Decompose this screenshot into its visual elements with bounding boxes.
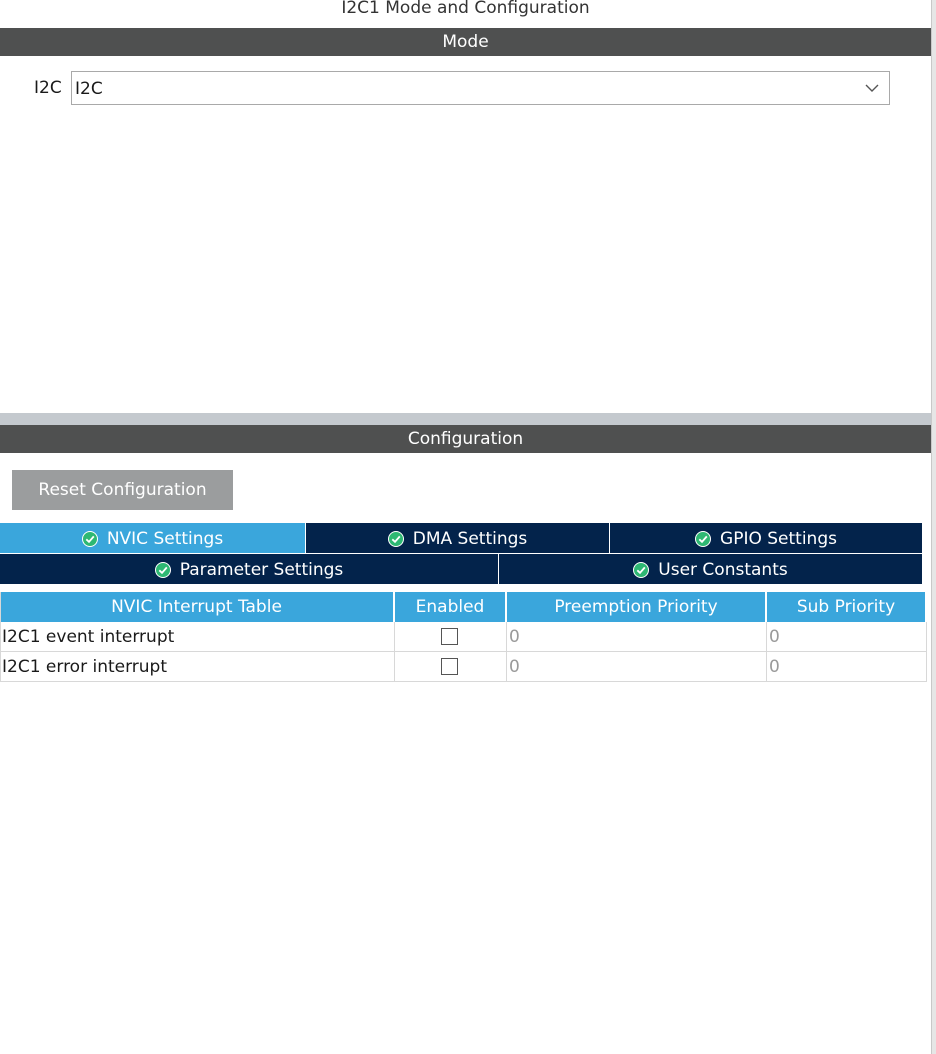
- enabled-checkbox[interactable]: [441, 628, 458, 645]
- check-circle-icon: [81, 531, 98, 547]
- configuration-section-header: Configuration: [0, 425, 931, 453]
- tab-dma-settings[interactable]: DMA Settings: [306, 523, 610, 553]
- preemption-priority-cell[interactable]: 0: [507, 652, 767, 682]
- table-border: [0, 592, 1, 682]
- i2c1-mode-configuration-panel: I2C1 Mode and Configuration Mode I2C I2C…: [0, 0, 936, 1054]
- interrupt-name-cell: I2C1 event interrupt: [0, 622, 395, 652]
- window-title: I2C1 Mode and Configuration: [341, 0, 590, 18]
- enabled-checkbox[interactable]: [441, 658, 458, 675]
- tab-label: GPIO Settings: [720, 529, 837, 549]
- window-right-border: [931, 0, 936, 1054]
- check-circle-icon: [154, 562, 171, 578]
- i2c-mode-select[interactable]: I2C: [71, 71, 890, 105]
- table-row[interactable]: I2C1 event interrupt 0 0: [0, 622, 927, 652]
- tab-gpio-settings[interactable]: GPIO Settings: [610, 523, 923, 553]
- preemption-priority-cell[interactable]: 0: [507, 622, 767, 652]
- sub-priority-cell[interactable]: 0: [767, 652, 927, 682]
- tab-label: DMA Settings: [412, 529, 528, 549]
- tab-nvic-settings[interactable]: NVIC Settings: [0, 523, 306, 553]
- tab-label: User Constants: [658, 560, 788, 580]
- chevron-down-icon: [865, 84, 879, 92]
- tab-label: NVIC Settings: [106, 529, 224, 549]
- column-header-enabled[interactable]: Enabled: [395, 592, 507, 622]
- i2c-mode-label: I2C: [34, 78, 62, 98]
- tab-user-constants[interactable]: User Constants: [499, 554, 923, 584]
- enabled-cell: [395, 622, 507, 652]
- sub-priority-cell[interactable]: 0: [767, 622, 927, 652]
- column-header-sub-priority[interactable]: Sub Priority: [767, 592, 927, 622]
- mode-section-header: Mode: [0, 28, 931, 56]
- interrupt-name-cell: I2C1 error interrupt: [0, 652, 395, 682]
- table-row[interactable]: I2C1 error interrupt 0 0: [0, 652, 927, 682]
- enabled-cell: [395, 652, 507, 682]
- check-circle-icon: [695, 531, 712, 547]
- i2c-mode-select-value: I2C: [75, 79, 103, 99]
- check-circle-icon: [387, 531, 404, 547]
- check-circle-icon: [633, 562, 650, 578]
- tab-parameter-settings[interactable]: Parameter Settings: [0, 554, 499, 584]
- tab-label: Parameter Settings: [179, 560, 344, 580]
- column-header-preemption-priority[interactable]: Preemption Priority: [507, 592, 767, 622]
- reset-configuration-button[interactable]: Reset Configuration: [12, 470, 233, 510]
- panel-splitter[interactable]: [0, 413, 931, 425]
- column-header-interrupt[interactable]: NVIC Interrupt Table: [0, 592, 395, 622]
